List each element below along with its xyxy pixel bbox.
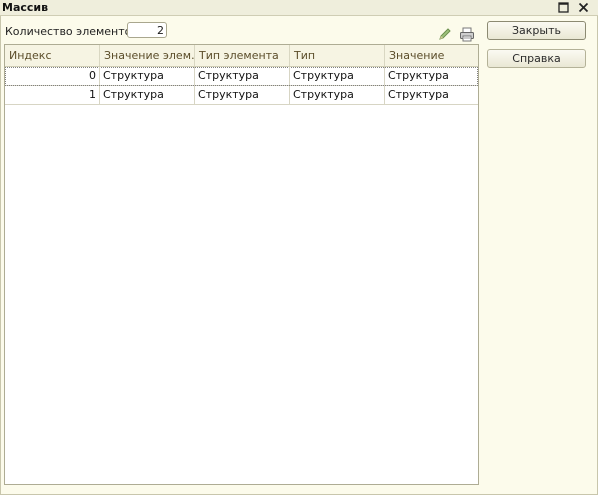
cell-index: 1 <box>5 86 100 104</box>
cell-element-value: Структура <box>100 86 195 104</box>
cell-element-type: Структура <box>195 67 290 85</box>
cell-type: Структура <box>290 86 385 104</box>
column-header-value[interactable]: Значение <box>385 45 478 66</box>
table-header: Индекс Значение элем… Тип элемента Тип З… <box>5 45 478 67</box>
array-table[interactable]: Индекс Значение элем… Тип элемента Тип З… <box>4 44 479 485</box>
element-count-field[interactable]: 2 <box>127 22 167 38</box>
window-title: Массив <box>2 1 49 14</box>
column-header-type[interactable]: Тип <box>290 45 385 66</box>
table-row[interactable]: 1 Структура Структура Структура Структур… <box>5 86 478 105</box>
cell-value: Структура <box>388 69 449 82</box>
column-header-index[interactable]: Индекс <box>5 45 100 66</box>
cell-index: 0 <box>5 67 100 85</box>
printer-icon[interactable] <box>459 26 475 42</box>
title-bar: Массив <box>0 0 598 16</box>
cell-type: Структура <box>290 67 385 85</box>
cell-value: Структура <box>388 88 449 101</box>
table-row[interactable]: 0 Структура Структура Структура Структур… <box>5 67 478 86</box>
cell-element-value: Структура <box>100 67 195 85</box>
maximize-icon[interactable] <box>556 0 570 14</box>
pencil-icon[interactable] <box>437 26 453 42</box>
column-header-element-value[interactable]: Значение элем… <box>100 45 195 66</box>
column-header-element-type[interactable]: Тип элемента <box>195 45 290 66</box>
cell-element-type: Структура <box>195 86 290 104</box>
close-button[interactable]: Закрыть <box>487 21 586 40</box>
help-button[interactable]: Справка <box>487 49 586 68</box>
close-icon[interactable] <box>576 0 590 14</box>
element-count-label: Количество элементов: <box>5 25 142 38</box>
